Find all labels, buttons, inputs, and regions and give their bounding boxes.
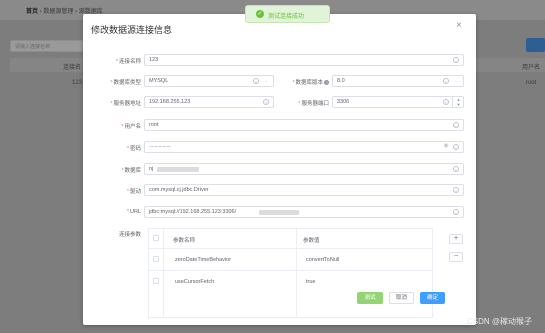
column-header-conn-name: 连接名 — [63, 65, 82, 71]
add-param-button[interactable]: + — [449, 234, 463, 244]
test-connection-button[interactable]: 测试 — [357, 292, 383, 304]
redacted-text — [157, 167, 199, 172]
cancel-button[interactable]: 取消 — [389, 292, 414, 304]
url-label: *URL — [126, 209, 141, 215]
clear-icon[interactable]: × — [263, 99, 269, 105]
server-port-input[interactable]: 3306 × ▲ ▼ — [332, 96, 464, 108]
chevron-down-icon: ⌄ — [454, 78, 458, 83]
clear-icon[interactable]: × — [453, 57, 459, 63]
table-row[interactable]: zeroDateTimeBehavior convertToNull — [149, 249, 432, 271]
database-value: nj — [149, 166, 154, 172]
row-checkbox[interactable] — [153, 256, 159, 262]
params-label: 连接参数 — [118, 232, 141, 238]
server-addr-input[interactable]: 192.168.255.123 × — [144, 96, 274, 108]
row-checkbox[interactable] — [153, 278, 159, 284]
db-type-label: *数据库类型 — [110, 80, 141, 86]
param-name: zeroDateTimeBehavior — [175, 257, 232, 263]
username-label: *用户名 — [121, 124, 141, 130]
eye-icon[interactable]: ◉ — [443, 143, 449, 150]
param-name: useCursorFetch — [175, 279, 215, 285]
watermark: CSDN @稼动猴子 — [467, 317, 533, 326]
clear-icon[interactable]: × — [453, 122, 459, 128]
password-label: *密码 — [126, 146, 141, 152]
conn-name-value: 123 — [149, 57, 159, 63]
driver-input[interactable]: com.mysql.cj.jdbc.Driver × — [144, 184, 464, 196]
clear-icon[interactable]: × — [453, 209, 459, 215]
breadcrumb-home[interactable]: 首页 — [26, 9, 38, 15]
column-header-username: 用户名 — [522, 65, 541, 71]
table-row[interactable]: useCursorFetch true — [149, 271, 432, 293]
clear-icon[interactable]: × — [453, 144, 459, 150]
username-input[interactable]: root × — [144, 119, 464, 131]
search-button[interactable] — [526, 38, 545, 52]
driver-value: com.mysql.cj.jdbc.Driver — [149, 187, 209, 193]
port-stepper[interactable]: ▲ ▼ — [452, 97, 464, 107]
param-value: convertToNull — [306, 257, 340, 263]
db-type-value: MYSQL — [149, 78, 169, 84]
help-icon[interactable]: ? — [324, 80, 329, 86]
db-type-select[interactable]: MYSQL × ⌄ — [144, 75, 274, 87]
password-input[interactable]: ················ ◉ × — [144, 141, 464, 153]
edit-datasource-dialog: 修改数据源连接信息 × *连接名称 123 × *数据库类型 MYSQL × ⌄… — [83, 14, 476, 325]
param-value: true — [306, 279, 316, 285]
remove-param-button[interactable]: − — [449, 252, 463, 262]
conn-name-input[interactable]: 123 × — [144, 54, 464, 66]
search-input[interactable]: 请输入连接名称 — [10, 40, 84, 52]
column-header-param-value: 参数值 — [303, 238, 320, 244]
url-input[interactable]: jdbc:mysql://192.168.255.123:3306/ × — [144, 206, 464, 218]
select-all-checkbox[interactable] — [153, 235, 159, 241]
toast-message: 测试连接成功 — [268, 14, 305, 20]
password-value: ················ — [149, 144, 171, 150]
server-addr-label: *服务器地址 — [110, 101, 141, 107]
db-version-value: 8.0 — [337, 78, 345, 84]
confirm-button[interactable]: 确定 — [420, 292, 445, 304]
column-header-param-name: 参数名称 — [173, 238, 196, 244]
clear-icon[interactable]: × — [253, 78, 259, 84]
clear-icon[interactable]: × — [453, 166, 459, 172]
params-table: 参数名称 参数值 zeroDateTimeBehavior convertToN… — [148, 228, 433, 318]
success-check-icon: ✓ — [256, 10, 264, 18]
server-addr-value: 192.168.255.123 — [149, 99, 191, 105]
table-cell-username: root — [526, 80, 537, 86]
server-port-label: *服务器端口 — [298, 101, 329, 107]
server-port-value: 3306 — [337, 99, 350, 105]
database-input[interactable]: nj × — [144, 163, 464, 175]
conn-name-label: *连接名称 — [115, 59, 141, 65]
database-label: *数据库 — [121, 168, 141, 174]
chevron-down-icon: ⌄ — [264, 78, 268, 83]
search-placeholder: 请输入连接名称 — [15, 44, 51, 50]
db-version-label: *数据库版本? — [292, 80, 329, 86]
table-cell-conn-name: 123 — [72, 80, 83, 86]
url-value: jdbc:mysql://192.168.255.123:3306/ — [149, 209, 237, 215]
breadcrumb-datasource[interactable]: 数据源管理 — [43, 9, 73, 15]
dialog-title: 修改数据源连接信息 — [91, 25, 173, 35]
redacted-text — [259, 210, 299, 215]
clear-icon[interactable]: × — [443, 99, 449, 105]
close-icon[interactable]: × — [456, 21, 462, 31]
success-toast: ✓ 测试连接成功 — [245, 5, 330, 23]
params-table-header: 参数名称 参数值 — [149, 229, 432, 249]
username-value: root — [149, 122, 159, 128]
clear-icon[interactable]: × — [443, 78, 449, 84]
db-version-select[interactable]: 8.0 × ⌄ — [332, 75, 464, 87]
clear-icon[interactable]: × — [453, 187, 459, 193]
driver-label: *驱动 — [126, 189, 141, 195]
